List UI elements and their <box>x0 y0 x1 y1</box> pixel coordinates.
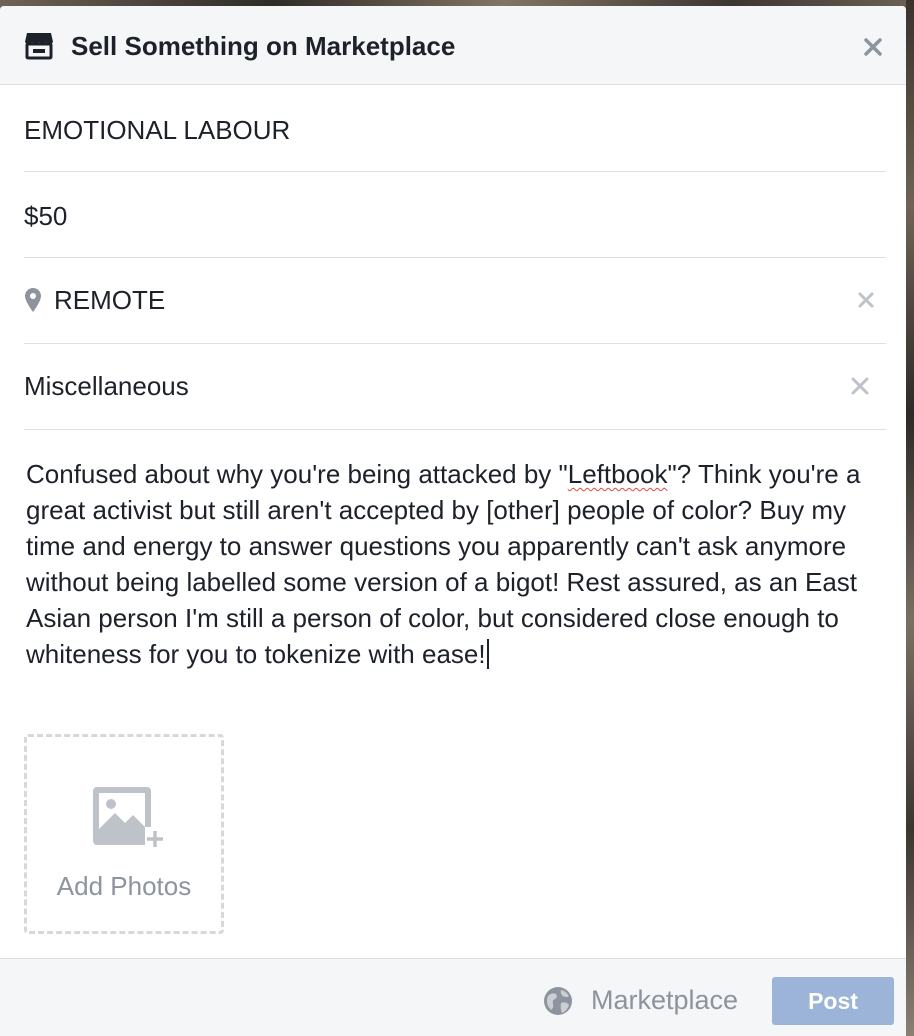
category-field-value: Miscellaneous <box>24 371 189 401</box>
shop-icon <box>25 33 53 60</box>
clear-location-icon[interactable] <box>854 288 878 312</box>
price-field[interactable]: $50 <box>24 172 886 258</box>
description-textarea[interactable]: Confused about why you're being attacked… <box>26 456 888 672</box>
location-field-value: REMOTE <box>54 285 166 315</box>
dialog-footer: Marketplace Post <box>0 958 906 1036</box>
title-field[interactable]: EMOTIONAL LABOUR <box>24 86 886 172</box>
dialog-title: Sell Something on Marketplace <box>71 31 456 61</box>
description-misspelled-word: Leftbook <box>567 459 668 489</box>
title-field-value: EMOTIONAL LABOUR <box>24 115 291 145</box>
audience-selector[interactable]: Marketplace <box>591 984 738 1016</box>
dialog-header: Sell Something on Marketplace <box>0 6 906 85</box>
backdrop-right-strip <box>906 0 914 1036</box>
clear-category-icon[interactable] <box>848 374 872 398</box>
post-button[interactable]: Post <box>772 977 894 1025</box>
price-field-value: $50 <box>24 201 68 231</box>
add-photos-button[interactable]: Add Photos <box>24 734 224 934</box>
sell-dialog: Sell Something on Marketplace EMOTIONAL … <box>0 6 906 1036</box>
category-field[interactable]: Miscellaneous <box>24 344 886 430</box>
location-pin-icon <box>25 288 41 312</box>
add-photo-icon <box>93 787 163 849</box>
close-icon[interactable] <box>858 32 888 62</box>
description-text-start: Confused about why you're being attacked… <box>26 459 568 489</box>
add-photos-label: Add Photos <box>56 871 192 901</box>
description-text-rest: "? Think you're a great activist but sti… <box>26 459 868 669</box>
text-cursor <box>486 639 489 669</box>
globe-icon[interactable] <box>543 986 573 1016</box>
location-field[interactable]: REMOTE <box>24 258 886 344</box>
